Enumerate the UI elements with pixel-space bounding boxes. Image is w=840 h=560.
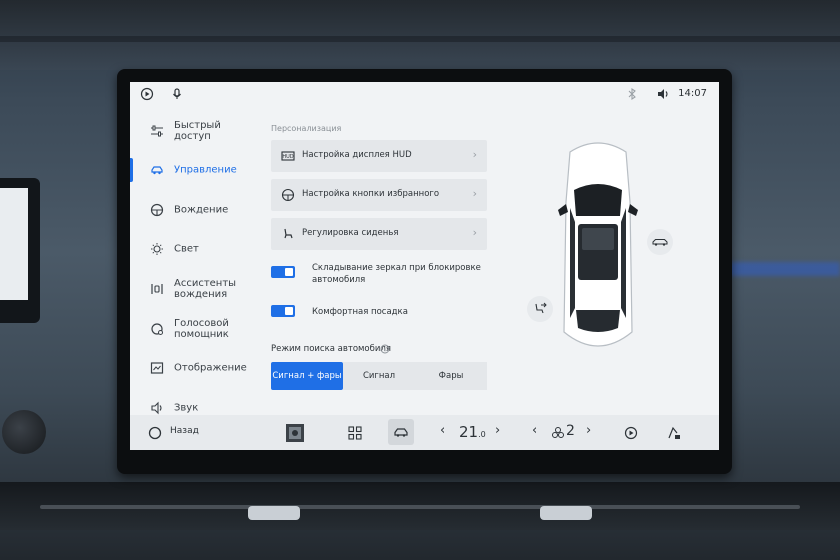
back-label[interactable]: Назад	[170, 426, 199, 436]
sidebar-item-control[interactable]: Управление	[130, 153, 260, 187]
apps-grid-icon[interactable]	[347, 425, 363, 441]
status-bar: 14:07	[130, 82, 719, 106]
bluetooth-icon	[628, 87, 636, 101]
clock: 14:07	[678, 88, 707, 99]
sidebar-item-label: Звук	[174, 402, 199, 414]
fan-icon	[552, 427, 564, 438]
sidebar-item-quick-access[interactable]: Быстрый доступ	[130, 114, 260, 148]
sliders-icon	[151, 125, 163, 137]
sidebar-item-label: Быстрый доступ	[174, 120, 221, 142]
infotainment-screen: 14:07 Быстрый доступ Управление Вождение…	[130, 82, 719, 450]
bottom-bar: Назад ‹ 21.0 › ‹ 2 ›	[130, 415, 719, 450]
assist-icon	[151, 284, 163, 294]
seat-adjust-button[interactable]: Регулировка сиденья ›	[271, 218, 487, 250]
sidebar-item-driving[interactable]: Вождение	[130, 193, 260, 227]
media-play-icon[interactable]	[623, 425, 639, 441]
dashboard-top	[0, 0, 840, 70]
section-title: Персонализация	[271, 124, 342, 133]
car-settings-button[interactable]	[388, 419, 414, 445]
hud-settings-button[interactable]: HUD Настройка дисплея HUD ›	[271, 140, 487, 172]
ambient-light	[728, 262, 840, 276]
volume-icon[interactable]	[656, 87, 670, 101]
speaker-icon	[151, 401, 162, 415]
row-label: Регулировка сиденья	[302, 228, 399, 238]
info-icon[interactable]	[380, 344, 390, 354]
microphone-icon[interactable]	[170, 87, 184, 101]
row-label: Настройка дисплея HUD	[302, 150, 412, 160]
vent-tab-right	[540, 506, 592, 520]
sidebar-item-voice[interactable]: Голосовой помощник	[130, 312, 260, 346]
toggle-knob	[285, 307, 293, 315]
fan-decrease-button[interactable]: ‹	[532, 423, 537, 438]
sidebar-item-label: Свет	[174, 243, 199, 255]
sidebar-item-label: Отображение	[174, 362, 247, 374]
car-side-icon	[652, 239, 668, 246]
sidebar-item-light[interactable]: Свет	[130, 232, 260, 266]
comfort-entry-label: Комфортная посадка	[312, 307, 408, 317]
car-icon	[394, 428, 408, 437]
temp-decrease-button[interactable]: ‹	[440, 423, 445, 438]
back-circle-icon[interactable]	[147, 425, 163, 441]
sidebar-item-label: Голосовой помощник	[174, 318, 229, 340]
driver-display	[0, 178, 40, 323]
mirror-fold-label: Складывание зеркал при блокировке автомо…	[312, 263, 481, 285]
mirror-fold-toggle[interactable]	[271, 266, 295, 278]
search-mode-horn-lights[interactable]: Сигнал + фары	[271, 362, 343, 390]
voice-icon	[151, 323, 163, 335]
temp-value: 21	[459, 423, 479, 441]
stalk-knob	[2, 410, 46, 454]
car-icon	[151, 166, 163, 175]
chevron-right-icon: ›	[472, 187, 477, 200]
chevron-right-icon: ›	[472, 226, 477, 239]
vent-slat	[40, 505, 800, 509]
light-icon	[151, 243, 163, 255]
active-indicator	[130, 158, 133, 182]
toggle-knob	[285, 268, 293, 276]
svg-text:HUD: HUD	[282, 154, 293, 160]
sidebar-item-label: Вождение	[174, 204, 229, 216]
seat-arrow-icon	[535, 302, 547, 314]
search-mode-lights[interactable]: Фары	[415, 362, 487, 390]
sidebar-item-label: Ассистенты вождения	[174, 278, 237, 300]
sidebar-item-assistants[interactable]: Ассистенты вождения	[130, 272, 260, 306]
row-label: Настройка кнопки избранного	[302, 189, 440, 199]
favorite-button-settings[interactable]: Настройка кнопки избранного ›	[271, 179, 487, 211]
car-top-view	[558, 142, 638, 347]
hud-icon: HUD	[281, 151, 295, 161]
fan-level: 2	[566, 423, 575, 439]
seat-entry-bubble[interactable]	[527, 296, 553, 322]
temp-decimal: .0	[478, 430, 486, 439]
temp-increase-button[interactable]: ›	[495, 423, 500, 438]
driver-display-screen	[0, 188, 28, 300]
display-icon	[150, 362, 164, 374]
chevron-right-icon: ›	[472, 148, 477, 161]
dashboard-seam	[0, 36, 840, 42]
sidebar-item-label: Управление	[174, 164, 237, 176]
search-mode-horn[interactable]: Сигнал	[343, 362, 415, 390]
comfort-entry-toggle[interactable]	[271, 305, 295, 317]
seat-icon	[284, 228, 293, 239]
unlock-car-bubble[interactable]	[647, 229, 673, 255]
seat-lock-icon[interactable]	[665, 425, 681, 441]
car-search-title: Режим поиска автомобиля	[271, 344, 391, 354]
fan-increase-button[interactable]: ›	[586, 423, 591, 438]
vent-tab-left	[248, 506, 300, 520]
sidebar-item-display[interactable]: Отображение	[130, 351, 260, 385]
steering-wheel-icon	[281, 188, 295, 202]
steering-wheel-icon	[150, 203, 164, 217]
temperature-display: 21.0	[459, 423, 486, 441]
play-circle-icon[interactable]	[140, 87, 154, 101]
album-art-icon[interactable]	[285, 423, 305, 443]
